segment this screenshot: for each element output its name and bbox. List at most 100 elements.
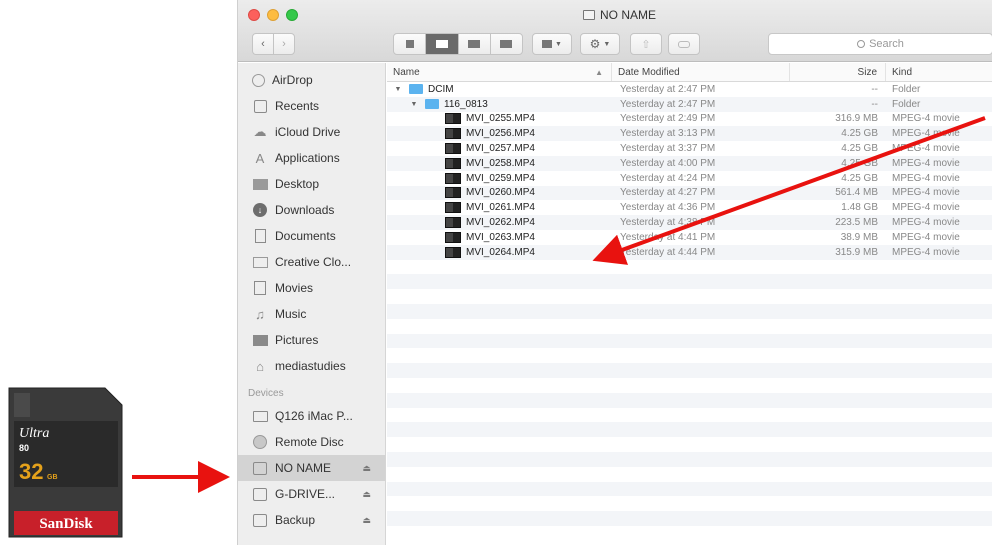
table-row[interactable]: MVI_0255.MP4 Yesterday at 2:49 PM 316.9 MB… — [387, 111, 992, 127]
desktop-icon — [252, 176, 268, 192]
table-row[interactable]: MVI_0260.MP4 Yesterday at 4:27 PM 561.4 MB… — [387, 185, 992, 201]
eject-icon[interactable]: ⏏ — [362, 515, 371, 526]
sidebar-item-desktop[interactable]: Desktop — [238, 171, 385, 197]
table-row[interactable]: MVI_0262.MP4 Yesterday at 4:38 PM 223.5 MB… — [387, 215, 992, 230]
file-name-cell: MVI_0263.MP4 — [387, 231, 612, 243]
file-name: MVI_0263.MP4 — [466, 231, 535, 243]
sidebar-item-downloads[interactable]: ↓ Downloads — [238, 197, 385, 223]
movie-file-icon — [445, 143, 461, 155]
sd-unit-label: GB — [47, 474, 58, 481]
table-row[interactable]: MVI_0261.MP4 Yesterday at 4:36 PM 1.48 GB M… — [387, 200, 992, 216]
drive-icon — [252, 460, 268, 476]
eject-icon[interactable]: ⏏ — [362, 489, 371, 500]
sidebar-item-g-drive[interactable]: G-DRIVE... ⏏ — [238, 481, 385, 507]
file-name: MVI_0256.MP4 — [466, 128, 535, 140]
table-row[interactable]: MVI_0256.MP4 Yesterday at 3:13 PM 4.25 GB M… — [387, 126, 992, 142]
sidebar-item-icloud-drive[interactable]: ☁ iCloud Drive — [238, 119, 385, 145]
empty-row — [387, 333, 992, 349]
empty-row — [387, 496, 992, 512]
empty-row — [387, 466, 992, 482]
file-size: -- — [871, 98, 878, 110]
share-button[interactable]: ⇧ — [630, 33, 662, 55]
action-button[interactable]: ⚙ ▼ — [580, 33, 620, 55]
sidebar-item-creative-cloud[interactable]: Creative Clo... — [238, 249, 385, 275]
table-row[interactable]: MVI_0258.MP4 Yesterday at 4:00 PM 4.25 GB M… — [387, 155, 992, 171]
sidebar-section-devices: Devices — [248, 388, 284, 399]
tags-button[interactable] — [668, 33, 700, 55]
file-kind: MPEG-4 movie — [892, 157, 960, 169]
column-header-name[interactable]: Name ▲ — [387, 63, 612, 81]
file-kind: MPEG-4 movie — [892, 217, 960, 229]
file-name-cell: MVI_0256.MP4 — [387, 128, 612, 140]
empty-row — [387, 422, 992, 438]
sidebar: AirDrop Recents ☁ iCloud Drive A Applica… — [238, 63, 386, 545]
eject-icon[interactable]: ⏏ — [362, 463, 371, 474]
empty-rows — [387, 259, 992, 526]
arrange-icon — [542, 40, 553, 48]
column-header-size[interactable]: Size — [790, 63, 886, 81]
movie-file-icon — [445, 202, 461, 214]
empty-row — [387, 481, 992, 497]
minimize-button[interactable] — [267, 9, 279, 21]
sidebar-item-applications[interactable]: A Applications — [238, 145, 385, 171]
sidebar-item-mediastudies[interactable]: ⌂ mediastudies — [238, 353, 385, 379]
sidebar-item-remote-disc[interactable]: Remote Disc — [238, 429, 385, 455]
sidebar-item-pictures[interactable]: Pictures — [238, 327, 385, 353]
column-header-kind[interactable]: Kind — [886, 63, 992, 81]
table-row[interactable]: ▼ 116_0813 Yesterday at 2:47 PM -- Folder — [387, 96, 992, 112]
back-button[interactable]: ‹ — [252, 33, 274, 55]
sidebar-item-label: Applications — [275, 151, 340, 165]
file-list: Name ▲ Date Modified Size Kind ▼ DCIM Yest… — [387, 63, 992, 545]
arrange-button[interactable]: ▼ — [532, 33, 572, 55]
file-size: 315.9 MB — [835, 246, 878, 258]
table-row[interactable]: ▼ DCIM Yesterday at 2:47 PM -- Folder — [387, 82, 992, 97]
sidebar-item-label: Desktop — [275, 177, 320, 191]
disclosure-triangle-icon[interactable]: ▼ — [409, 101, 419, 108]
sidebar-item-recents[interactable]: Recents — [238, 93, 385, 119]
airdrop-icon — [252, 73, 265, 87]
movie-file-icon — [445, 157, 461, 169]
sidebar-item-airdrop[interactable]: AirDrop — [238, 67, 385, 93]
empty-row — [387, 274, 992, 290]
sidebar-item-backup[interactable]: Backup ⏏ — [238, 507, 385, 533]
sidebar-item-music[interactable]: ♫ Music — [238, 301, 385, 327]
file-name: MVI_0259.MP4 — [466, 172, 535, 184]
music-icon: ♫ — [255, 306, 265, 322]
empty-row — [387, 392, 992, 408]
column-header-label: Size — [857, 66, 877, 78]
table-row[interactable]: MVI_0259.MP4 Yesterday at 4:24 PM 4.25 GB M… — [387, 170, 992, 186]
movie-file-icon — [445, 172, 461, 184]
sidebar-item-movies[interactable]: Movies — [238, 275, 385, 301]
file-size: 4.25 GB — [841, 157, 878, 169]
icon-view-button[interactable] — [394, 34, 427, 54]
empty-row — [387, 289, 992, 304]
home-icon: ⌂ — [256, 358, 264, 374]
table-row[interactable]: MVI_0264.MP4 Yesterday at 4:44 PM 315.9 MB… — [387, 244, 992, 260]
sidebar-item-no-name[interactable]: NO NAME ⏏ — [238, 455, 385, 481]
close-button[interactable] — [248, 9, 260, 21]
file-name-cell: MVI_0261.MP4 — [387, 202, 612, 214]
forward-button[interactable]: › — [273, 33, 295, 55]
file-size: 1.48 GB — [841, 202, 878, 214]
table-row[interactable]: MVI_0257.MP4 Yesterday at 3:37 PM 4.25 GB M… — [387, 141, 992, 156]
sidebar-item-label: G-DRIVE... — [275, 487, 336, 501]
disclosure-triangle-icon[interactable]: ▼ — [393, 86, 403, 93]
gallery-view-button[interactable] — [491, 34, 522, 54]
file-date: Yesterday at 4:44 PM — [620, 246, 716, 258]
file-date: Yesterday at 2:47 PM — [620, 83, 716, 95]
list-view-button[interactable] — [426, 34, 459, 54]
file-name: MVI_0257.MP4 — [466, 143, 535, 155]
sidebar-item-imac[interactable]: Q126 iMac P... — [238, 403, 385, 429]
file-date: Yesterday at 3:37 PM — [620, 143, 716, 155]
search-field[interactable]: Search — [768, 33, 992, 55]
file-size: 4.25 GB — [841, 143, 878, 155]
empty-row — [387, 303, 992, 319]
sidebar-item-documents[interactable]: Documents — [238, 223, 385, 249]
folder-icon — [425, 99, 439, 110]
file-kind: MPEG-4 movie — [892, 231, 960, 243]
column-view-button[interactable] — [459, 34, 491, 54]
zoom-button[interactable] — [286, 9, 298, 21]
chevron-down-icon: ▼ — [603, 40, 611, 48]
column-header-date[interactable]: Date Modified — [612, 63, 790, 81]
table-row[interactable]: MVI_0263.MP4 Yesterday at 4:41 PM 38.9 MB M… — [387, 229, 992, 245]
